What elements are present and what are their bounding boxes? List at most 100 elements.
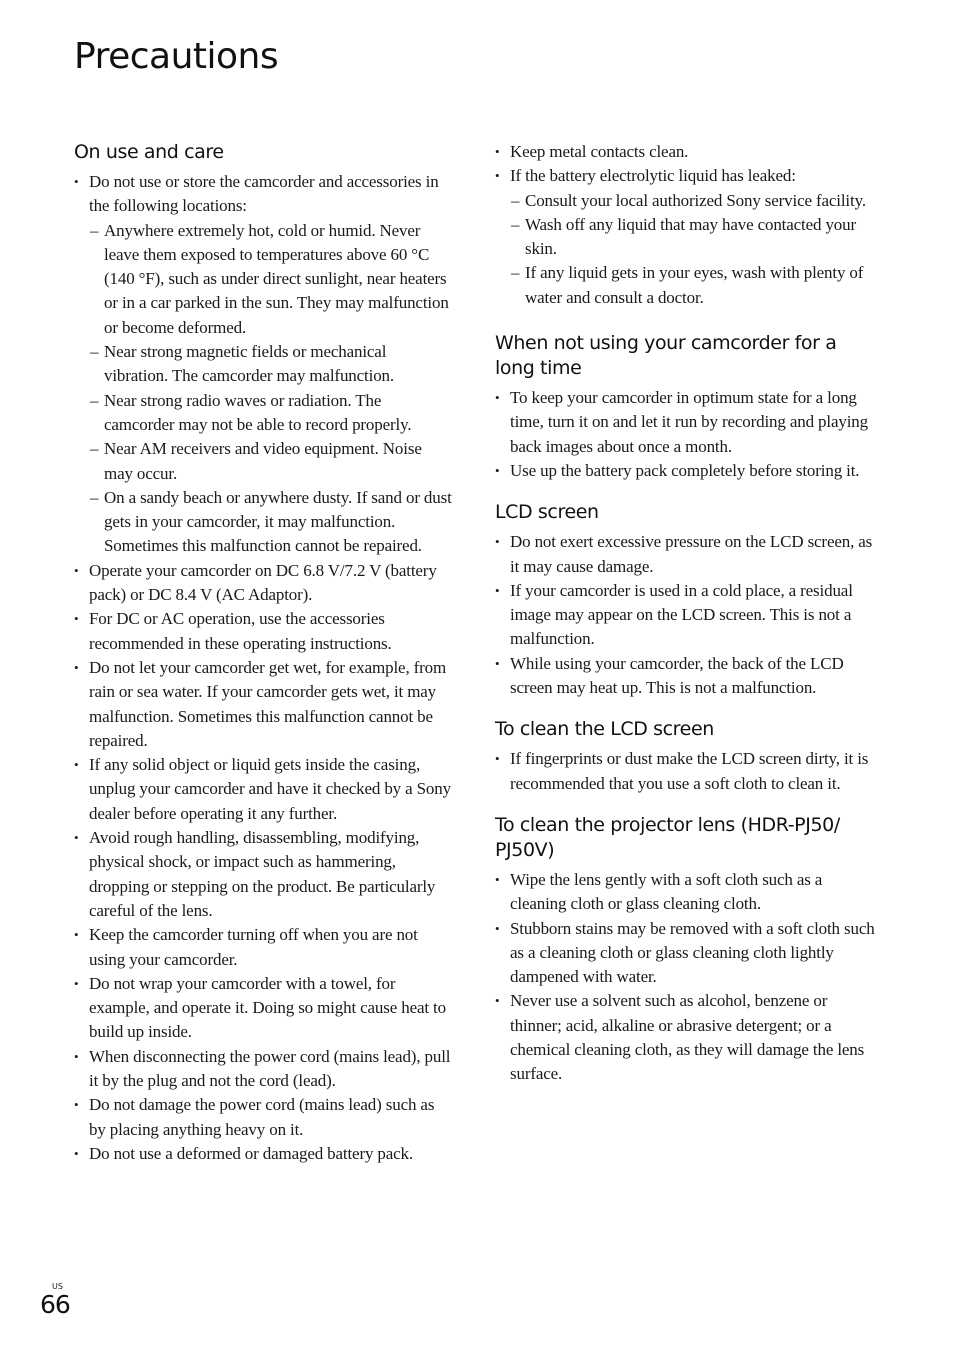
dash-icon: – [511, 263, 520, 283]
bullet-icon: • [74, 927, 79, 943]
sub-list-item: – Wash off any liquid that may have conta… [510, 213, 875, 262]
list-item-text: Do not let your camcorder get wet, for e… [89, 657, 447, 750]
right-column: • Keep metal contacts clean. • If the batte… [495, 140, 875, 1104]
sub-list: – Consult your local authorized Sony serv… [510, 189, 875, 310]
list-item-text: When disconnecting the power cord (mains… [89, 1046, 451, 1090]
bullet-icon: • [495, 920, 500, 936]
list-item: • Avoid rough handling, disassembling, mo… [74, 826, 454, 923]
bullet-icon: • [495, 582, 500, 598]
list-item: • Do not damage the power cord (mains lea… [74, 1093, 454, 1142]
bullet-icon: • [74, 611, 79, 627]
section-to-clean-the-projector-lens-hdr-pj50-pj50v: To clean the projector lens (HDR-PJ50/ P… [495, 813, 875, 1087]
bullet-icon: • [74, 1048, 79, 1064]
list-item: • Do not use a deformed or damaged batter… [74, 1142, 454, 1166]
dash-icon: – [511, 214, 520, 234]
list-item: • For DC or AC operation, use the accesso… [74, 607, 454, 656]
list-item-text: For DC or AC operation, use the accessor… [89, 609, 392, 653]
list-item-text: Operate your camcorder on DC 6.8 V/7.2 V… [89, 560, 437, 605]
list-item: • Operate your camcorder on DC 6.8 V/7.2 … [74, 559, 454, 608]
sub-list-item: – Near strong magnetic fields or mechanic… [89, 340, 454, 389]
list-item: • If your camcorder is used in a cold pla… [495, 579, 875, 652]
bullet-icon: • [74, 975, 79, 991]
bullet-list: • Keep metal contacts clean. • If the batte… [495, 140, 875, 310]
list-item-text: If the battery electrolytic liquid has l… [510, 166, 796, 186]
sub-list-item-text: Near AM receivers and video equipment. N… [104, 439, 422, 483]
list-item-text: Do not use or store the camcorder and ac… [89, 172, 439, 216]
bullet-icon: • [74, 562, 79, 578]
sub-list-item: – Near AM receivers and video equipment. … [89, 437, 454, 486]
list-item: • Never use a solvent such as alcohol, be… [495, 989, 875, 1086]
section-continued: • Keep metal contacts clean. • If the batte… [495, 140, 875, 310]
list-item-text: If your camcorder is used in a cold plac… [510, 580, 853, 649]
bullet-icon: • [74, 1145, 79, 1161]
sub-list-item: – Near strong radio waves or radiation. T… [89, 389, 454, 438]
list-item: • Do not let your camcorder get wet, for … [74, 656, 454, 753]
section-heading: To clean the LCD screen [495, 718, 714, 741]
list-item: • Stubborn stains may be removed with a s… [495, 917, 875, 990]
section-heading: On use and care [74, 141, 224, 163]
bullet-icon: • [495, 993, 500, 1009]
list-item-text: Keep metal contacts clean. [510, 142, 689, 161]
bullet-list: • Do not use or store the camcorder and a… [74, 170, 454, 1166]
bullet-icon: • [495, 871, 500, 887]
list-item-text: Use up the battery pack completely befor… [510, 460, 860, 480]
list-item-text: Do not exert excessive pressure on the L… [510, 532, 873, 576]
section-heading: To clean the projector lens (HDR-PJ50/ P… [495, 813, 840, 861]
sub-list-item-text: Consult your local authorized Sony servi… [525, 190, 866, 210]
sub-list-item-text: Near strong radio waves or radiation. Th… [104, 390, 412, 434]
bullet-icon: • [495, 390, 500, 406]
list-item-text: If fingerprints or dust make the LCD scr… [510, 749, 869, 793]
list-item: • If any solid object or liquid gets insi… [74, 753, 454, 826]
page-title: Precautions [74, 36, 279, 77]
sub-list-item-text: Near strong magnetic fields or mechanica… [104, 342, 394, 386]
bullet-list: • If fingerprints or dust make the LCD sc… [495, 747, 875, 796]
section-heading: LCD screen [495, 501, 599, 524]
list-item: • When disconnecting the power cord (main… [74, 1045, 454, 1094]
section-when-not-using-your-camcorder-for-a-long-time: When not using your camcorder for a long… [495, 331, 875, 483]
bullet-icon: • [74, 830, 79, 846]
page-number: 66 [40, 1290, 71, 1319]
bullet-icon: • [495, 168, 500, 184]
bullet-list: • To keep your camcorder in optimum state… [495, 386, 875, 483]
list-item-text: Do not damage the power cord (mains lead… [89, 1095, 435, 1139]
section-lcd-screen: LCD screen • Do not exert excessive pressu… [495, 500, 875, 700]
sub-list-item: – Anywhere extremely hot, cold or humid. … [89, 219, 454, 340]
bullet-list: • Wipe the lens gently with a soft cloth … [495, 868, 875, 1087]
list-item-text: Wipe the lens gently with a soft cloth s… [510, 869, 823, 914]
bullet-icon: • [74, 757, 79, 773]
list-item-text: Stubborn stains may be removed with a so… [510, 918, 875, 987]
dash-icon: – [90, 487, 99, 507]
dash-icon: – [90, 439, 99, 459]
list-item-text: To keep your camcorder in optimum state … [510, 388, 868, 456]
list-item-text: Do not use a deformed or damaged battery… [89, 1143, 414, 1163]
list-item: • Wipe the lens gently with a soft cloth … [495, 868, 875, 917]
bullet-icon: • [495, 655, 500, 671]
bullet-icon: • [495, 144, 500, 159]
list-item: • Keep metal contacts clean. [495, 140, 875, 164]
sub-list-item-text: Anywhere extremely hot, cold or humid. N… [104, 220, 449, 337]
list-item: • If fingerprints or dust make the LCD sc… [495, 747, 875, 796]
list-item: • While using your camcorder, the back of… [495, 652, 875, 701]
dash-icon: – [90, 342, 99, 362]
bullet-icon: • [495, 462, 500, 478]
list-item: • If the battery electrolytic liquid has … [495, 164, 875, 310]
list-item: • To keep your camcorder in optimum state… [495, 386, 875, 459]
list-item: • Do not exert excessive pressure on the … [495, 530, 875, 579]
dash-icon: – [90, 220, 99, 240]
sub-list-item: – Consult your local authorized Sony serv… [510, 189, 875, 213]
list-item-text: If any solid object or liquid gets insid… [89, 755, 451, 823]
left-column: On use and care • Do not use or store the … [74, 140, 454, 1183]
section-on-use-and-care: On use and care • Do not use or store the … [74, 140, 454, 1166]
sub-list-item: – On a sandy beach or anywhere dusty. If … [89, 486, 454, 559]
bullet-list: • Do not exert excessive pressure on the … [495, 530, 875, 700]
list-item: • Do not wrap your camcorder with a towel… [74, 972, 454, 1045]
sub-list-item: – If any liquid gets in your eyes, wash w… [510, 261, 875, 310]
bullet-icon: • [74, 174, 79, 189]
list-item-text: Keep the camcorder turning off when you … [89, 925, 418, 969]
section-to-clean-the-lcd-screen: To clean the LCD screen • If fingerprints … [495, 717, 875, 796]
section-heading: When not using your camcorder for a long… [495, 332, 837, 380]
list-item: • Use up the battery pack completely befo… [495, 459, 875, 483]
bullet-icon: • [495, 751, 500, 767]
list-item-text: Do not wrap your camcorder with a towel,… [89, 973, 446, 1042]
page-footer: US 66 [40, 1282, 71, 1319]
